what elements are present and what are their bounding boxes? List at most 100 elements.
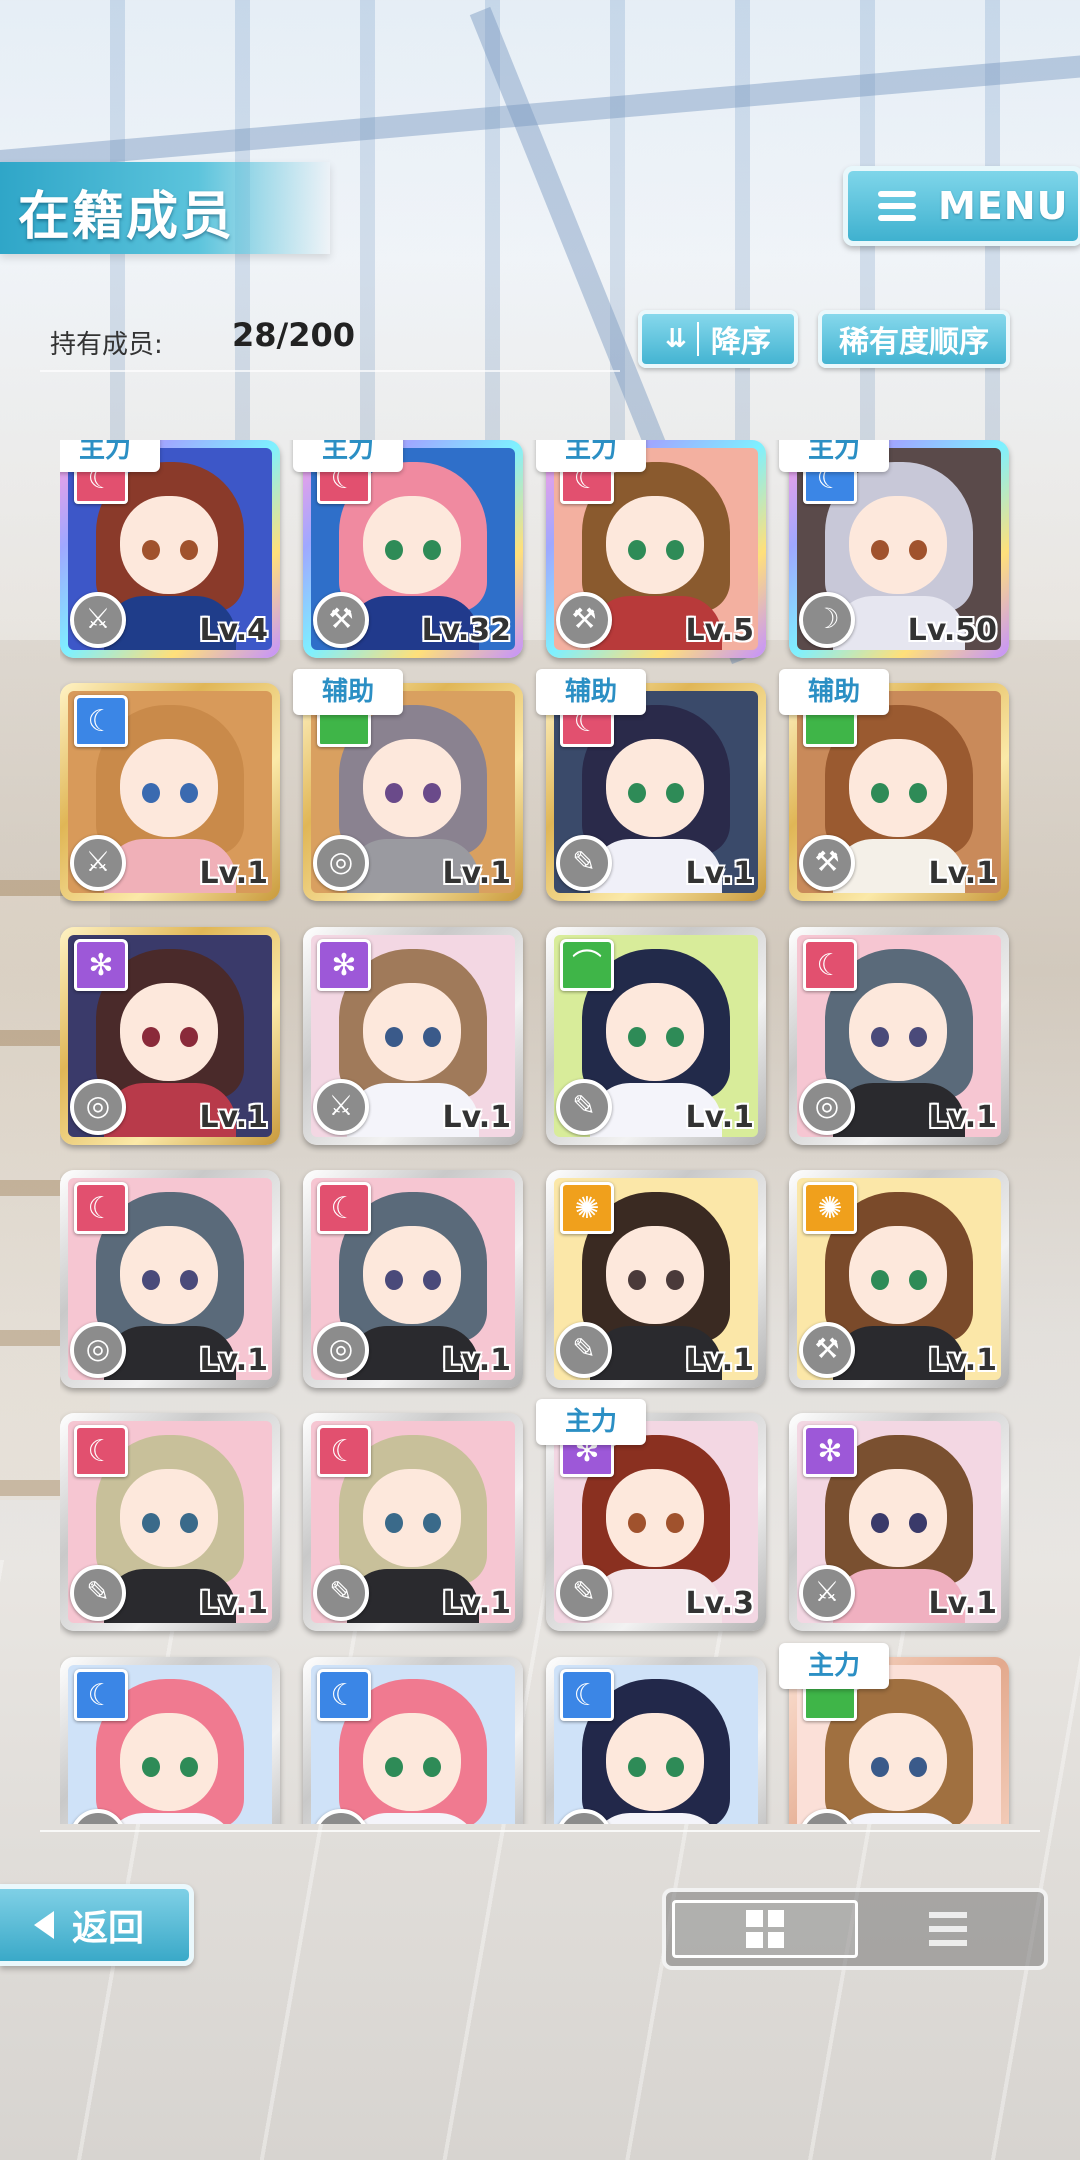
menu-button[interactable]: MENU [843,166,1080,246]
back-button[interactable]: 返回 [0,1884,194,1966]
member-card[interactable]: ☾ ✎ Lv.1 [303,1413,523,1631]
member-card[interactable]: ☾ ✎ Lv.1 [546,683,766,901]
member-card[interactable]: ☾◎ [303,1657,523,1824]
portrait-eye [385,1270,403,1290]
member-portrait: ☾✎ [554,1665,758,1824]
hamburger-icon [878,191,916,221]
portrait-face [120,496,218,594]
member-card[interactable]: ✺ ✎ Lv.1 [546,1170,766,1388]
portrait-face [849,983,947,1081]
portrait-face [849,739,947,837]
member-card[interactable]: ✻ ✎ Lv.3 [546,1413,766,1631]
member-card[interactable]: ☾◎ [60,1657,280,1824]
hammer-weapon-icon: ⚒ [799,1322,855,1378]
portrait-face [363,496,461,594]
portrait-eye [423,783,441,803]
member-level: Lv.1 [442,1100,512,1135]
sort-rarity-label: 稀有度顺序 [839,325,989,360]
member-card[interactable]: ☾ ⚔ Lv.4 [60,440,280,658]
member-card[interactable]: ☾ ◎ Lv.1 [60,1170,280,1388]
member-portrait: ⌒ ◎ Lv.1 [311,691,515,893]
member-portrait: ☾◎ [311,1665,515,1824]
list-view-button[interactable] [858,1900,1038,1958]
portrait-eye [180,1270,198,1290]
member-role-tag: 主力 [293,440,403,472]
hammer-weapon-icon: ⚒ [556,592,612,648]
view-toggle[interactable] [662,1888,1048,1970]
portrait-eye [385,1027,403,1047]
portrait-eye [423,1757,441,1777]
member-portrait: ☾ ✎ Lv.1 [311,1421,515,1623]
member-level: Lv.4 [199,613,269,648]
member-card[interactable]: ✻ ◎ Lv.1 [60,927,280,1145]
footer-divider [40,1830,1040,1832]
member-card[interactable]: ✻ ⚔ Lv.1 [789,1413,1009,1631]
member-card[interactable]: ☾ ⚒ Lv.5 [546,440,766,658]
grid-view-button[interactable] [672,1900,858,1958]
member-card[interactable]: ☾ ◎ Lv.1 [303,1170,523,1388]
blue-attribute-icon: ☾ [560,1669,614,1721]
menu-label: MENU [938,184,1069,228]
member-portrait: ⌒ ✎ Lv.1 [554,935,758,1137]
purple-attribute-icon: ✻ [74,939,128,991]
portrait-eye [385,783,403,803]
sort-order-label: 降序 [710,325,771,360]
member-card[interactable]: ☾ ✎ Lv.1 [60,1413,280,1631]
gun-weapon-icon: ✎ [556,1322,612,1378]
portrait-eye [142,1027,160,1047]
member-card[interactable]: ✺ ⚒ Lv.1 [789,1170,1009,1388]
portrait-face [606,1469,704,1567]
member-card[interactable]: ✻ ⚔ Lv.1 [303,927,523,1145]
member-level: Lv.1 [685,856,755,891]
member-card[interactable]: ⌒ ⚒ Lv.1 [789,683,1009,901]
shield-weapon-icon: ◎ [313,835,369,891]
portrait-eye [909,1027,927,1047]
member-card[interactable]: ⌒ ✎ Lv.1 [546,927,766,1145]
member-card[interactable]: ⌒ ◎ Lv.1 [303,683,523,901]
member-count-label: 持有成员: [50,330,163,360]
portrait-face [606,983,704,1081]
hammer-weapon-icon: ⚒ [313,592,369,648]
member-portrait: ☾ ⚔ Lv.4 [68,448,272,650]
member-card[interactable]: ☾ ☽ Lv.50 [789,440,1009,658]
orange-attribute-icon: ✺ [803,1182,857,1234]
member-card[interactable]: ☾ ⚔ Lv.1 [60,683,280,901]
member-portrait: ☾ ⚔ Lv.1 [68,691,272,893]
grid-view-icon [746,1910,784,1948]
back-arrow-icon [34,1911,54,1939]
portrait-eye [180,1757,198,1777]
claw-weapon-icon: ☽ [799,592,855,648]
portrait-eye [666,783,684,803]
member-role-tag: 主力 [779,440,889,472]
page-title-banner: 在籍成员 [0,162,330,254]
portrait-eye [628,783,646,803]
portrait-face [363,1226,461,1324]
member-portrait: ✻ ⚔ Lv.1 [311,935,515,1137]
member-level: Lv.1 [199,1100,269,1135]
member-level: Lv.1 [928,1343,998,1378]
portrait-eye [142,1513,160,1533]
purple-attribute-icon: ✻ [803,1425,857,1477]
blue-attribute-icon: ☾ [74,695,128,747]
sort-rarity-button[interactable]: 稀有度顺序 [818,310,1010,368]
sort-order-button[interactable]: ⇊ 降序 [638,310,798,368]
portrait-eye [628,1757,646,1777]
portrait-face [120,1713,218,1811]
list-view-icon [929,1912,967,1946]
member-card[interactable]: ☾ ⚒ Lv.32 [303,440,523,658]
sword-weapon-icon: ⚔ [70,835,126,891]
sword-weapon-icon: ⚔ [313,1079,369,1135]
member-grid[interactable]: ☾ ⚔ Lv.4 主力 ☾ ⚒ Lv.32 主力 ☾ ⚒ Lv.5 主力 ☾ ☽ Lv.50 主力 ☾ ⚔ Lv.1… [60,440,1020,1824]
member-portrait: ☾ ✎ Lv.1 [554,691,758,893]
member-level: Lv.1 [685,1100,755,1135]
member-portrait: ☾ ⚒ Lv.5 [554,448,758,650]
member-card[interactable]: ☾✎ [546,1657,766,1824]
portrait-eye [871,540,889,560]
portrait-face [849,1226,947,1324]
member-role-tag: 辅助 [293,669,403,715]
portrait-eye [666,1513,684,1533]
member-card[interactable]: ☾ ◎ Lv.1 [789,927,1009,1145]
member-portrait: ☾ ◎ Lv.1 [68,1178,272,1380]
member-portrait: ✻ ◎ Lv.1 [68,935,272,1137]
member-portrait: ☾ ◎ Lv.1 [311,1178,515,1380]
